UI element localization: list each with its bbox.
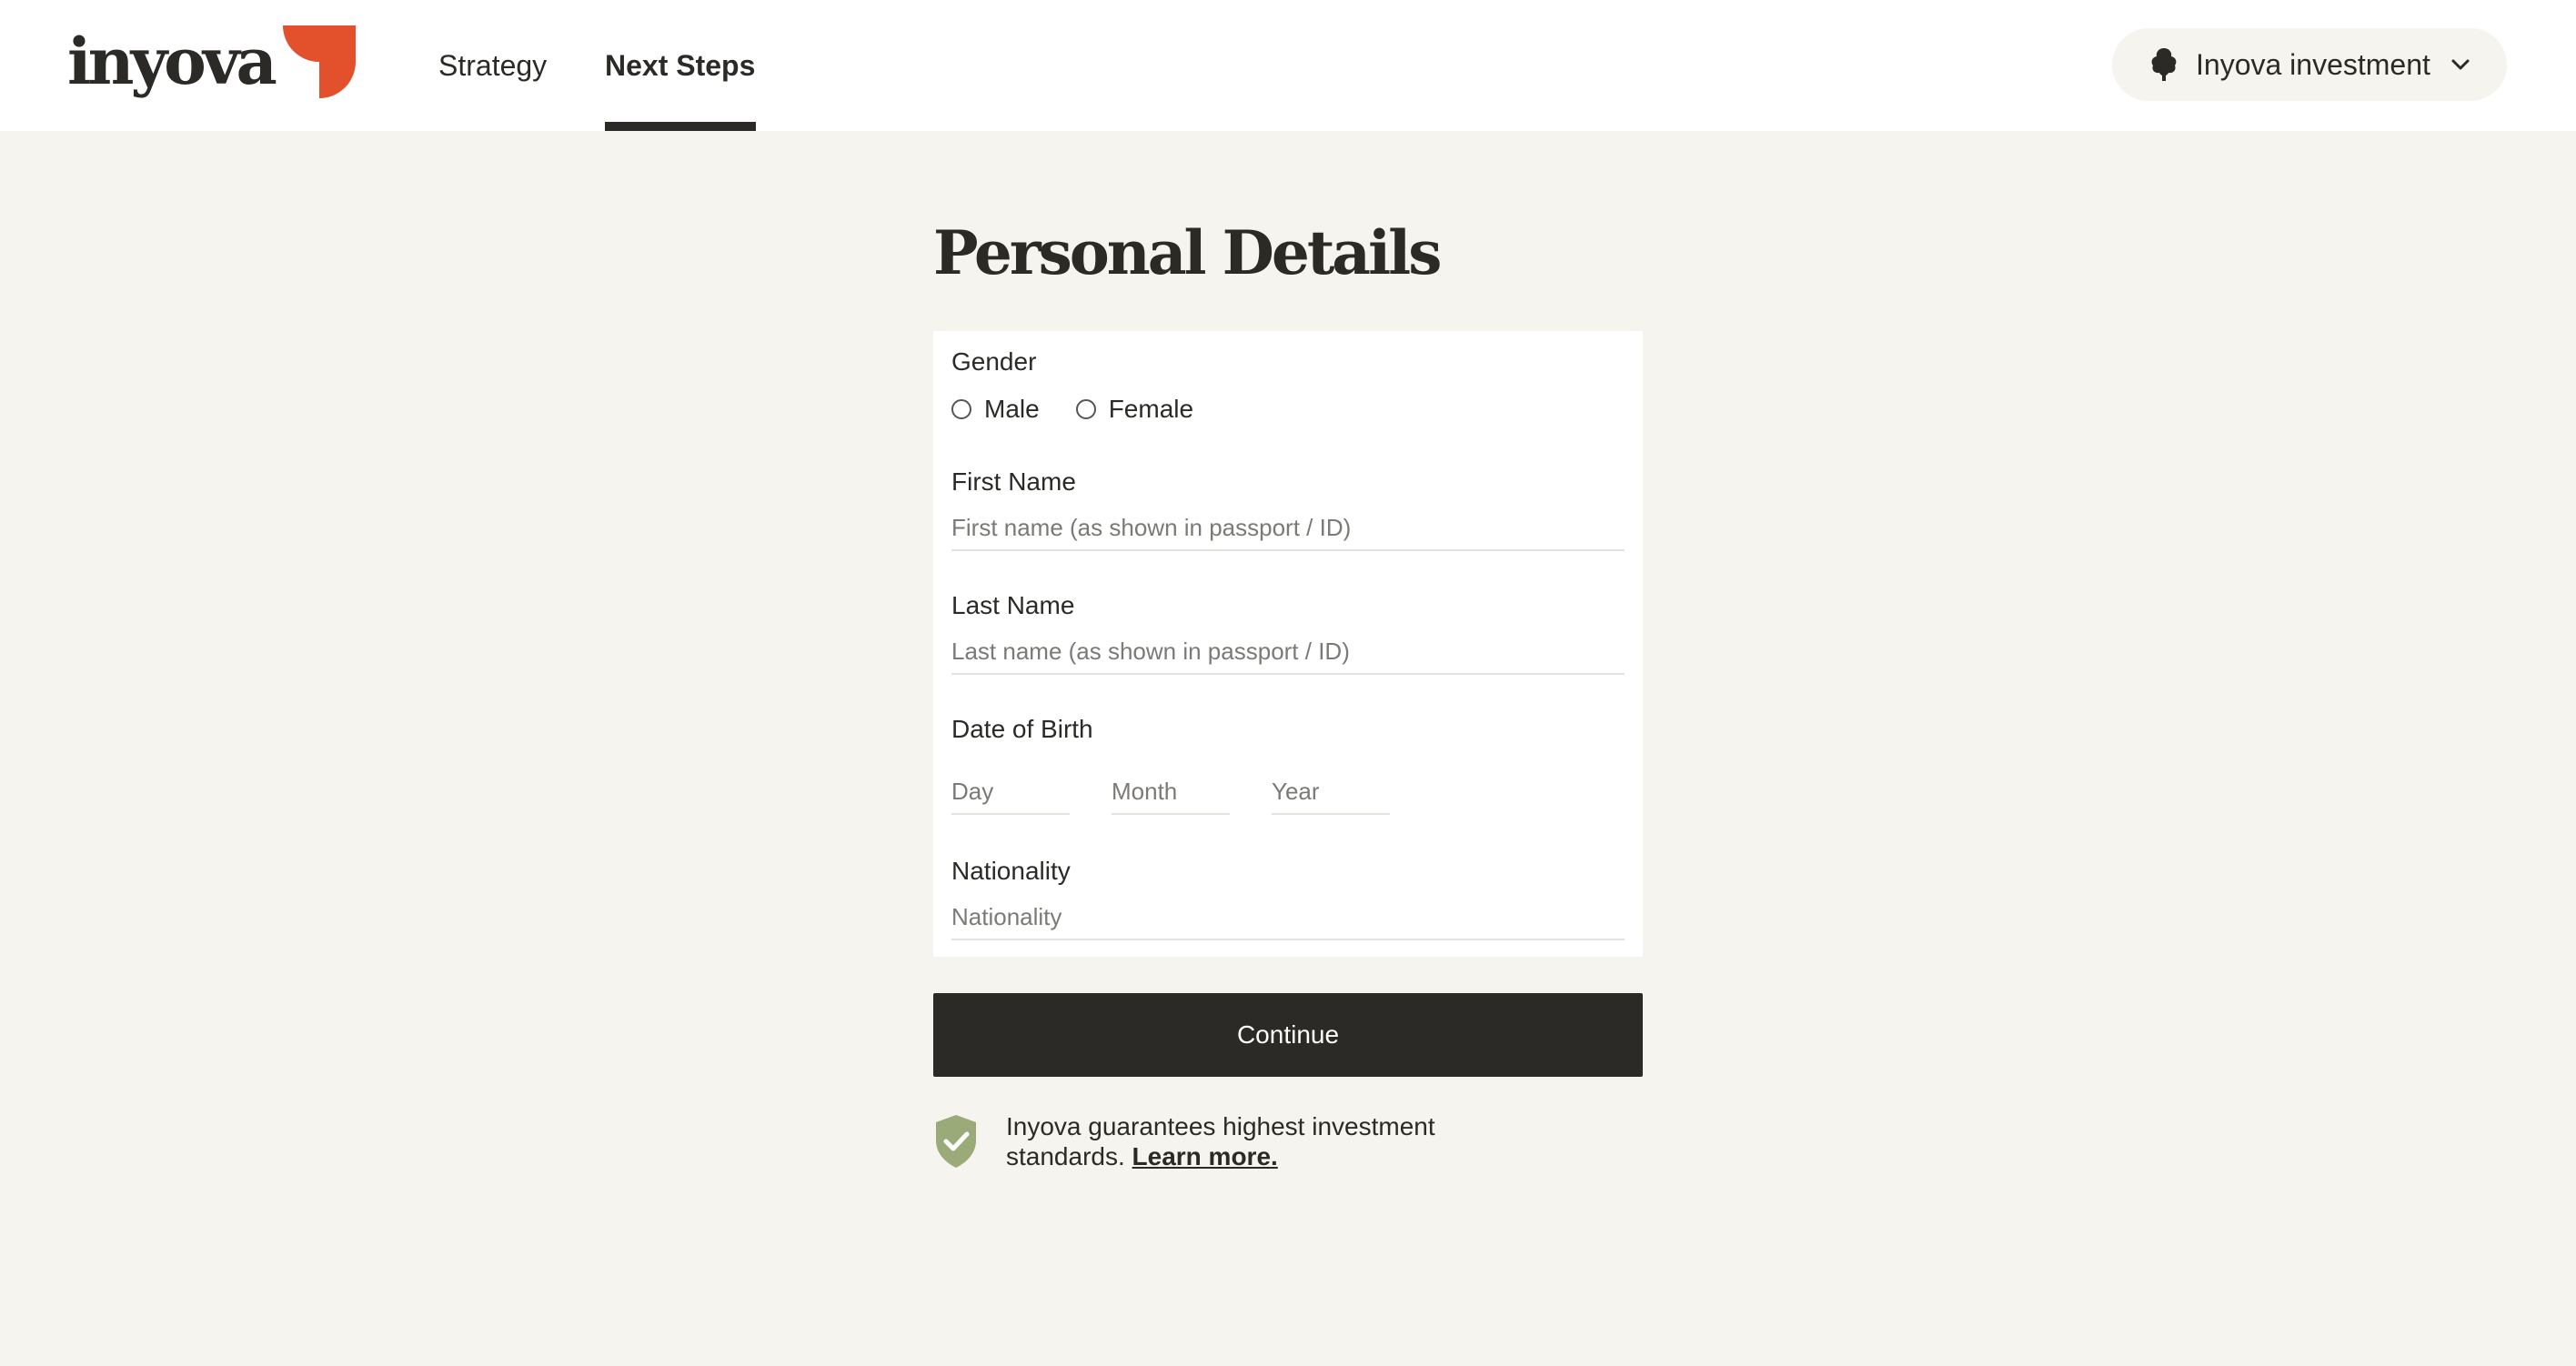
account-dropdown[interactable]: Inyova investment xyxy=(2112,28,2507,101)
logo-wordmark: inyova xyxy=(67,24,277,99)
radio-label-female: Female xyxy=(1108,395,1194,423)
continue-button[interactable]: Continue xyxy=(933,993,1643,1077)
nationality-label: Nationality xyxy=(951,857,1071,885)
radio-label-male: Male xyxy=(984,395,1040,423)
chevron-down-icon xyxy=(2451,59,2470,70)
learn-more-link[interactable]: Learn more. xyxy=(1132,1142,1278,1170)
page-title: Personal Details xyxy=(933,217,1442,288)
shield-check-icon xyxy=(936,1115,976,1168)
last-name-label: Last Name xyxy=(951,591,1075,619)
active-tab-indicator xyxy=(605,122,756,131)
first-name-input[interactable] xyxy=(951,506,1625,551)
personal-details-form: Gender Male Female First Name Last Name … xyxy=(933,331,1643,957)
inyova-logo[interactable]: inyova xyxy=(67,24,356,100)
top-navigation-bar: inyova Strategy Next Steps Inyova invest… xyxy=(0,0,2576,131)
account-label: Inyova investment xyxy=(2196,47,2430,81)
radio-button-female[interactable] xyxy=(1075,399,1096,419)
dob-year-input[interactable] xyxy=(1272,769,1390,815)
first-name-label: First Name xyxy=(951,467,1076,496)
date-of-birth-label: Date of Birth xyxy=(951,715,1093,743)
logo-mark-icon xyxy=(282,25,356,98)
last-name-input[interactable] xyxy=(951,629,1625,675)
tree-icon xyxy=(2151,48,2177,81)
guarantee-text-block: Inyova guarantees highest investment sta… xyxy=(1006,1111,1479,1171)
radio-button-male[interactable] xyxy=(951,399,971,419)
gender-option-female[interactable]: Female xyxy=(1075,395,1194,424)
nav-tab-strategy[interactable]: Strategy xyxy=(438,47,547,84)
gender-radio-group: Male Female xyxy=(951,395,1230,424)
gender-option-male[interactable]: Male xyxy=(951,395,1040,424)
nav-tab-next-steps[interactable]: Next Steps xyxy=(605,47,755,84)
gender-label: Gender xyxy=(951,347,1037,376)
nationality-input[interactable] xyxy=(951,895,1625,940)
dob-month-input[interactable] xyxy=(1112,769,1230,815)
dob-day-input[interactable] xyxy=(951,769,1070,815)
